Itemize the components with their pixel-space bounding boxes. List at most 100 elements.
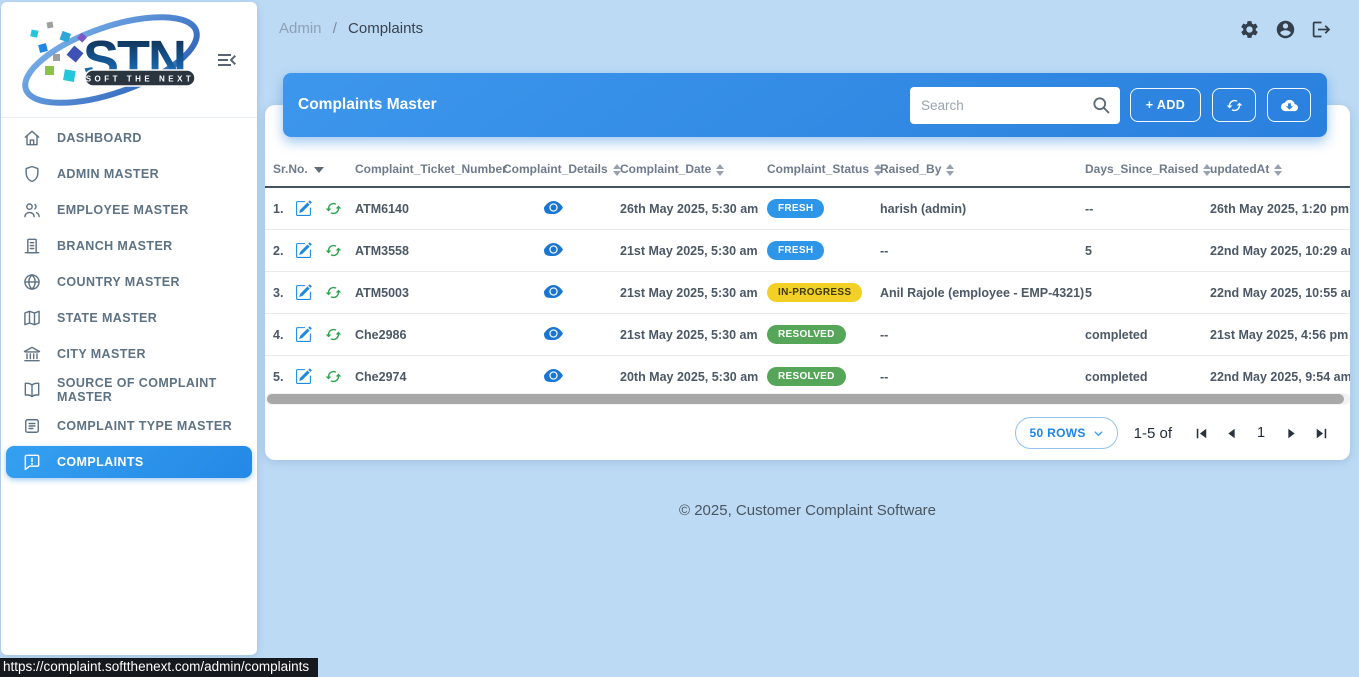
status-badge: FRESH (767, 199, 824, 218)
ticket-number: ATM5003 (355, 272, 503, 314)
profile-avatar-icon[interactable] (1275, 19, 1296, 40)
sidebar-item-source-of-complaint-master[interactable]: SOURCE OF COMPLAINT MASTER (6, 374, 252, 406)
sidebar: STN SOFT THE NEXT DASHBOARD ADMIN MASTER… (1, 2, 257, 655)
horizontal-scrollbar[interactable] (265, 393, 1350, 405)
cloud-download-icon (1281, 97, 1298, 114)
table-row: 3. ATM5003 21st May 2025, 5:30 am IN-PRO… (265, 272, 1350, 314)
sidebar-item-admin-master[interactable]: ADMIN MASTER (6, 158, 252, 190)
column-header-complaint-date[interactable]: Complaint_Date (620, 152, 767, 187)
sidebar-item-dashboard[interactable]: DASHBOARD (6, 122, 252, 154)
column-header-complaint-status[interactable]: Complaint_Status (767, 152, 880, 187)
home-icon (22, 128, 42, 148)
logo-tagline: SOFT THE NEXT (86, 75, 195, 84)
sidebar-collapse-icon[interactable] (215, 48, 239, 72)
view-details-eye-icon[interactable] (544, 240, 563, 259)
ticket-number: ATM6140 (355, 187, 503, 230)
view-details-eye-icon[interactable] (544, 366, 563, 385)
rows-per-page-label: 50 ROWS (1030, 426, 1086, 440)
current-page-number[interactable]: 1 (1246, 425, 1276, 441)
sidebar-item-state-master[interactable]: STATE MASTER (6, 302, 252, 334)
updated-at: 26th May 2025, 1:20 pm (1210, 187, 1350, 230)
breadcrumb-parent[interactable]: Admin (279, 20, 322, 37)
view-details-eye-icon[interactable] (544, 198, 563, 217)
column-header-complaint-details[interactable]: Complaint_Details (503, 152, 620, 187)
complaint-date: 21st May 2025, 5:30 am (620, 272, 767, 314)
scrollbar-thumb[interactable] (267, 394, 1344, 404)
people-icon (22, 200, 42, 220)
complaint-date: 20th May 2025, 5:30 am (620, 356, 767, 398)
raised-by: -- (880, 230, 1085, 272)
complaint-date: 26th May 2025, 5:30 am (620, 187, 767, 230)
logo-pixel-squares (30, 22, 87, 82)
row-refresh-icon[interactable] (325, 368, 342, 385)
search-input[interactable] (910, 87, 1120, 124)
view-details-eye-icon[interactable] (544, 282, 563, 301)
settings-gear-icon[interactable] (1239, 19, 1260, 40)
page-range-label: 1-5 of (1134, 425, 1172, 442)
status-badge: FRESH (767, 241, 824, 260)
edit-icon[interactable] (295, 200, 312, 217)
next-page-icon[interactable] (1276, 418, 1306, 448)
table-row: 1. ATM6140 26th May 2025, 5:30 am FRESH … (265, 187, 1350, 230)
add-button[interactable]: + ADD (1130, 88, 1201, 122)
edit-icon[interactable] (295, 242, 312, 259)
status-badge: IN-PROGRESS (767, 283, 862, 302)
row-refresh-icon[interactable] (325, 284, 342, 301)
row-refresh-icon[interactable] (325, 326, 342, 343)
row-serial: 4. (273, 328, 295, 342)
sort-icon (716, 164, 724, 176)
raised-by: Anil Rajole (employee - EMP-4321) (880, 272, 1085, 314)
sidebar-item-country-master[interactable]: COUNTRY MASTER (6, 266, 252, 298)
row-serial: 2. (273, 244, 295, 258)
export-button[interactable] (1267, 88, 1311, 122)
column-header-sr-no-[interactable]: Sr.No. (265, 152, 355, 187)
sidebar-item-employee-master[interactable]: EMPLOYEE MASTER (6, 194, 252, 226)
sort-icon (946, 164, 954, 176)
column-header-updatedat[interactable]: updatedAt (1210, 152, 1350, 187)
refresh-button[interactable] (1212, 88, 1256, 122)
map-icon (22, 308, 42, 328)
first-page-icon[interactable] (1186, 418, 1216, 448)
raised-by: -- (880, 356, 1085, 398)
complaint-date: 21st May 2025, 5:30 am (620, 314, 767, 356)
raised-by: -- (880, 314, 1085, 356)
search-icon[interactable] (1091, 95, 1111, 115)
column-header-days-since-raised[interactable]: Days_Since_Raised (1085, 152, 1210, 187)
view-details-eye-icon[interactable] (544, 324, 563, 343)
last-page-icon[interactable] (1306, 418, 1336, 448)
complaints-table: Sr.No.Complaint_Ticket_NumberComplaint_D… (265, 152, 1350, 398)
row-serial: 3. (273, 286, 295, 300)
days-since-raised: 5 (1085, 272, 1210, 314)
status-badge: RESOLVED (767, 367, 846, 386)
document-lines-icon (22, 416, 42, 436)
previous-page-icon[interactable] (1216, 418, 1246, 448)
ticket-number: Che2974 (355, 356, 503, 398)
logout-icon[interactable] (1311, 19, 1332, 40)
days-since-raised: 5 (1085, 230, 1210, 272)
sidebar-item-complaint-type-master[interactable]: COMPLAINT TYPE MASTER (6, 410, 252, 442)
building-icon (22, 236, 42, 256)
edit-icon[interactable] (295, 326, 312, 343)
rows-per-page-dropdown[interactable]: 50 ROWS (1015, 417, 1118, 449)
sidebar-item-complaints[interactable]: COMPLAINTS (6, 446, 252, 478)
ticket-number: ATM3558 (355, 230, 503, 272)
breadcrumb-current: Complaints (348, 20, 423, 37)
row-refresh-icon[interactable] (325, 242, 342, 259)
column-header-raised-by[interactable]: Raised_By (880, 152, 1085, 187)
column-header-complaint-ticket-number[interactable]: Complaint_Ticket_Number (355, 152, 503, 187)
complaint-chat-icon (22, 452, 42, 472)
shield-icon (22, 164, 42, 184)
edit-icon[interactable] (295, 368, 312, 385)
bank-icon (22, 344, 42, 364)
edit-icon[interactable] (295, 284, 312, 301)
row-refresh-icon[interactable] (325, 200, 342, 217)
table-body: 1. ATM6140 26th May 2025, 5:30 am FRESH … (265, 187, 1350, 398)
sidebar-menu: DASHBOARD ADMIN MASTER EMPLOYEE MASTER B… (1, 118, 257, 482)
ticket-number: Che2986 (355, 314, 503, 356)
sidebar-item-branch-master[interactable]: BRANCH MASTER (6, 230, 252, 262)
table-row: 2. ATM3558 21st May 2025, 5:30 am FRESH … (265, 230, 1350, 272)
page-title: Complaints Master (297, 96, 910, 114)
sidebar-item-city-master[interactable]: CITY MASTER (6, 338, 252, 370)
table-wrap: Sr.No.Complaint_Ticket_NumberComplaint_D… (265, 152, 1350, 398)
sort-desc-icon (314, 167, 324, 173)
